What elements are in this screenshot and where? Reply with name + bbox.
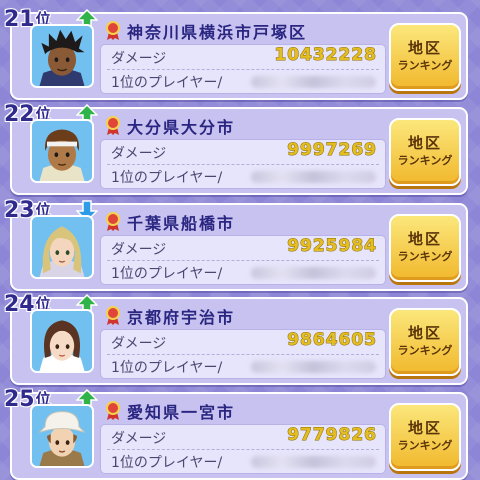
ranking-list: 21 位 神奈川県横浜市戸塚区 ダメージ 10432228 1位のプレイヤー/ … — [0, 0, 480, 480]
ranking-row: 23 位 千葉県船橋市 ダメージ 9925984 1位のプレイヤー/ 地区 ラン… — [3, 199, 468, 291]
blurred-player-name — [251, 76, 376, 88]
top-player-label: 1位のプレイヤー/ — [111, 360, 223, 376]
ranking-row: 21 位 神奈川県横浜市戸塚区 ダメージ 10432228 1位のプレイヤー/ … — [3, 8, 468, 100]
city-name: 千葉県船橋市 — [127, 214, 236, 233]
damage-label: ダメージ — [111, 242, 167, 258]
player-avatar — [30, 309, 94, 373]
damage-label: ダメージ — [111, 431, 167, 447]
top-player-label: 1位のプレイヤー/ — [111, 455, 223, 471]
divider — [107, 164, 379, 165]
damage-value: 9779826 — [287, 425, 377, 446]
score-panel: ダメージ 9864605 1位のプレイヤー/ — [100, 329, 386, 379]
blurred-player-name — [251, 361, 376, 373]
city-name: 京都府宇治市 — [127, 308, 236, 327]
medal-icon — [106, 306, 120, 325]
medal-icon — [106, 21, 120, 40]
avatar-headband-icon — [32, 121, 92, 181]
score-panel: ダメージ 10432228 1位のプレイヤー/ — [100, 44, 386, 94]
damage-label: ダメージ — [111, 146, 167, 162]
player-avatar — [30, 215, 94, 279]
divider — [107, 449, 379, 450]
button-label-line1: 地区 — [407, 419, 442, 437]
top-player-label: 1位のプレイヤー/ — [111, 266, 223, 282]
button-label-line2: ランキング — [397, 439, 453, 452]
blurred-player-name — [251, 456, 376, 468]
top-player-label: 1位のプレイヤー/ — [111, 75, 223, 91]
medal-icon — [106, 212, 120, 231]
score-panel: ダメージ 9997269 1位のプレイヤー/ — [100, 139, 386, 189]
top-player-label: 1位のプレイヤー/ — [111, 170, 223, 186]
damage-label: ダメージ — [111, 336, 167, 352]
button-label-line2: ランキング — [397, 154, 453, 167]
avatar-hat-icon — [32, 406, 92, 466]
ranking-row: 22 位 大分県大分市 ダメージ 9997269 1位のプレイヤー/ 地区 ラン… — [3, 103, 468, 195]
district-ranking-button[interactable]: 地区 ランキング — [389, 23, 461, 91]
damage-value: 9864605 — [287, 330, 377, 351]
medal-icon — [106, 116, 120, 135]
button-label-line1: 地区 — [407, 324, 442, 342]
city-name: 大分県大分市 — [127, 118, 236, 137]
blurred-player-name — [251, 267, 376, 279]
blurred-player-name — [251, 171, 376, 183]
district-ranking-button[interactable]: 地区 ランキング — [389, 403, 461, 471]
avatar-girl-icon — [32, 311, 92, 371]
damage-value: 9925984 — [287, 236, 377, 257]
button-label-line2: ランキング — [397, 250, 453, 263]
score-panel: ダメージ 9925984 1位のプレイヤー/ — [100, 235, 386, 285]
button-label-line1: 地区 — [407, 134, 442, 152]
district-ranking-button[interactable]: 地区 ランキング — [389, 308, 461, 376]
button-label-line2: ランキング — [397, 344, 453, 357]
damage-value: 10432228 — [274, 45, 377, 66]
score-panel: ダメージ 9779826 1位のプレイヤー/ — [100, 424, 386, 474]
district-ranking-button[interactable]: 地区 ランキング — [389, 214, 461, 282]
button-label-line2: ランキング — [397, 59, 453, 72]
divider — [107, 354, 379, 355]
damage-value: 9997269 — [287, 140, 377, 161]
medal-icon — [106, 401, 120, 420]
player-avatar — [30, 119, 94, 183]
avatar-dreadlocks-icon — [32, 26, 92, 86]
avatar-blonde-icon — [32, 217, 92, 277]
damage-label: ダメージ — [111, 51, 167, 67]
button-label-line1: 地区 — [407, 230, 442, 248]
player-avatar — [30, 404, 94, 468]
district-ranking-button[interactable]: 地区 ランキング — [389, 118, 461, 186]
button-label-line1: 地区 — [407, 39, 442, 57]
divider — [107, 69, 379, 70]
divider — [107, 260, 379, 261]
city-name: 神奈川県横浜市戸塚区 — [127, 23, 308, 42]
city-name: 愛知県一宮市 — [127, 403, 236, 422]
player-avatar — [30, 24, 94, 88]
ranking-row: 25 位 愛知県一宮市 ダメージ 9779826 1位のプレイヤー/ 地区 ラン… — [3, 388, 468, 480]
ranking-row: 24 位 京都府宇治市 ダメージ 9864605 1位のプレイヤー/ 地区 ラン… — [3, 293, 468, 385]
